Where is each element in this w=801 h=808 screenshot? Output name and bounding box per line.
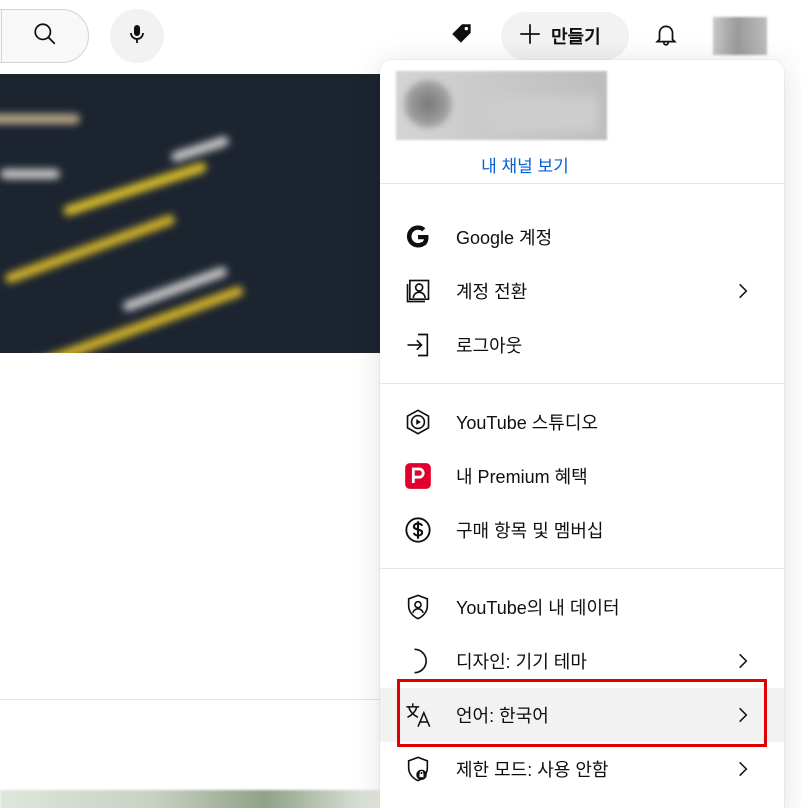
search-button[interactable]: [0, 9, 89, 63]
switch-account-label: 계정 전환: [456, 282, 528, 302]
account-section: Google 계정 계정 전환 로그아웃: [380, 184, 784, 384]
video-thumbnail[interactable]: [0, 74, 380, 353]
your-data-label: YouTube의 내 데이터: [456, 598, 620, 618]
youtube-page: 만들기 내 채널 보기 Google 계정 계정 전환 로그아웃 YouTube…: [0, 0, 801, 808]
appearance-label: 디자인: 기기 테마: [456, 652, 587, 672]
thumbnail-blur: [0, 114, 80, 124]
shield-person-icon: [400, 589, 436, 625]
tag-icon: [449, 21, 475, 52]
purchases-memberships-label: 구매 항목 및 멤버십: [456, 521, 604, 541]
avatar: [404, 80, 452, 128]
profile-info: [396, 71, 607, 140]
studio-icon: [400, 404, 436, 440]
your-data-item[interactable]: YouTube의 내 데이터: [380, 580, 784, 634]
sign-out-icon: [400, 327, 436, 363]
appearance-item[interactable]: 디자인: 기기 테마: [380, 634, 784, 688]
youtube-studio-label: YouTube 스튜디오: [456, 413, 598, 433]
bell-icon: [653, 21, 679, 52]
thumbnail-blur: [169, 134, 231, 164]
youtube-studio-item[interactable]: YouTube 스튜디오: [380, 395, 784, 449]
translate-icon: [400, 697, 436, 733]
account-avatar-button[interactable]: [713, 17, 767, 55]
studio-section: YouTube 스튜디오 내 Premium 혜택 구매 항목 및 멤버십: [380, 384, 784, 569]
thumbnail-blur: [0, 169, 60, 179]
thumbnail-blur: [3, 213, 177, 285]
premium-benefits-label: 내 Premium 혜택: [456, 467, 588, 487]
moon-icon: [400, 643, 436, 679]
sign-out-item[interactable]: 로그아웃: [380, 318, 784, 372]
chevron-right-icon: [730, 702, 756, 728]
account-menu: 내 채널 보기 Google 계정 계정 전환 로그아웃 YouTube 스튜디…: [380, 60, 784, 808]
switch-account-item[interactable]: 계정 전환: [380, 264, 784, 318]
purchases-memberships-item[interactable]: 구매 항목 및 멤버십: [380, 503, 784, 557]
dollar-icon: [400, 512, 436, 548]
create-label: 만들기: [551, 27, 601, 47]
sign-out-label: 로그아웃: [456, 336, 523, 356]
voice-search-button[interactable]: [110, 9, 164, 63]
account-header: 내 채널 보기: [380, 60, 784, 184]
search-icon: [32, 21, 58, 52]
restricted-shield-icon: [400, 751, 436, 787]
plus-icon: [517, 21, 543, 52]
restricted-mode-item[interactable]: 제한 모드: 사용 안함: [380, 742, 784, 796]
switch-account-icon: [400, 273, 436, 309]
google-account-label: Google 계정: [456, 228, 553, 248]
shopping-tag-button[interactable]: [442, 16, 482, 56]
settings-section: YouTube의 내 데이터 디자인: 기기 테마 언어: 한국어 제한 모드:…: [380, 569, 784, 808]
premium-icon: [400, 458, 436, 494]
chevron-right-icon: [730, 756, 756, 782]
thumbnail-blur: [62, 161, 208, 217]
chevron-right-icon: [730, 648, 756, 674]
premium-benefits-item[interactable]: 내 Premium 혜택: [380, 449, 784, 503]
video-thumbnail[interactable]: [0, 790, 380, 808]
create-button[interactable]: 만들기: [501, 12, 629, 60]
notifications-button[interactable]: [646, 16, 686, 56]
language-item[interactable]: 언어: 한국어: [380, 688, 784, 742]
microphone-icon: [125, 22, 149, 51]
restricted-mode-label: 제한 모드: 사용 안함: [456, 760, 609, 780]
account-name: [488, 96, 598, 132]
google-account-item[interactable]: Google 계정: [380, 210, 784, 264]
chevron-right-icon: [730, 278, 756, 304]
view-channel-link[interactable]: 내 채널 보기: [380, 152, 670, 177]
language-label: 언어: 한국어: [456, 706, 549, 726]
divider: [0, 699, 380, 700]
google-icon: [400, 219, 436, 255]
thumbnail-blur: [25, 284, 245, 353]
